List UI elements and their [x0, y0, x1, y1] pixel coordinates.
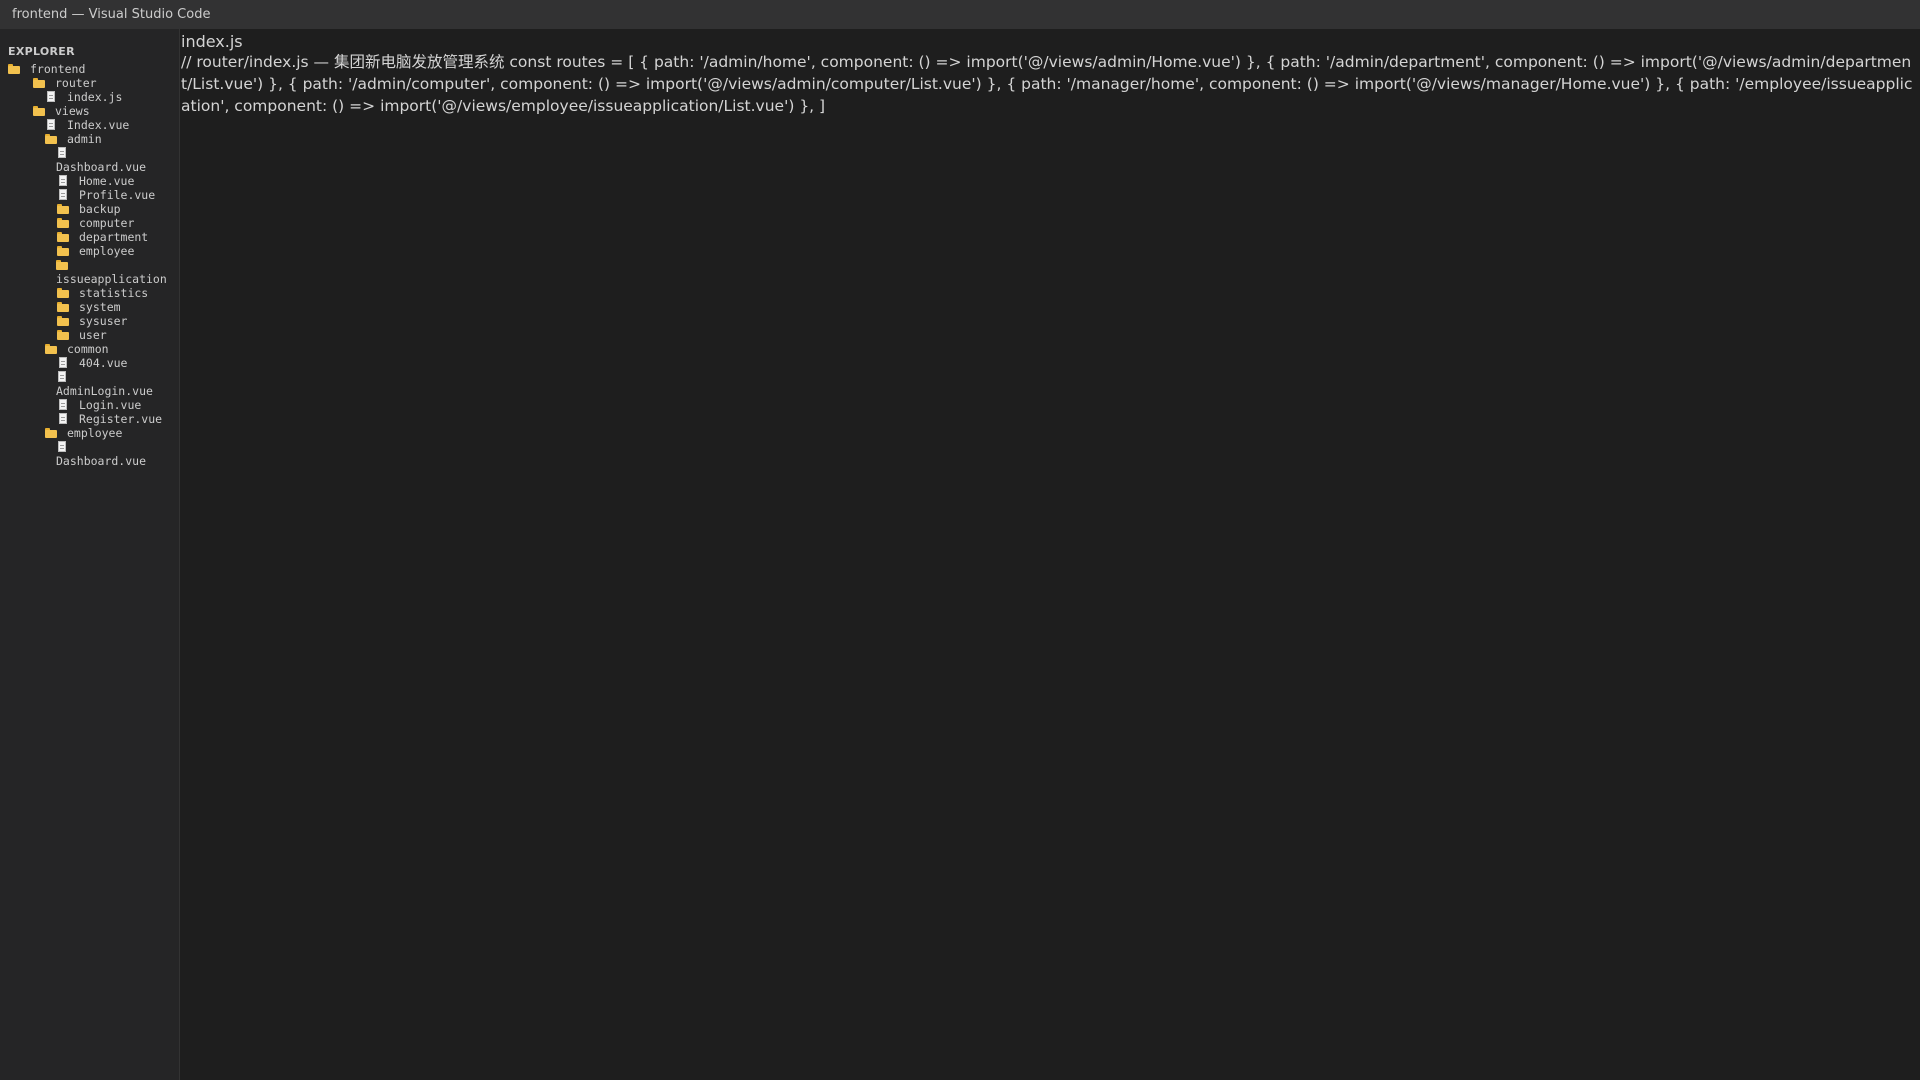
window-title: frontend — Visual Studio Code	[0, 0, 1920, 29]
tree-item-folder[interactable]: common	[0, 342, 179, 356]
folder-icon	[57, 217, 69, 229]
file-tree: frontend router index.js views Index.vue admi…	[0, 62, 179, 468]
editor-area[interactable]: index.js // router/index.js — 集团新电脑发放管理系…	[180, 29, 1920, 1080]
file-icon	[57, 357, 69, 369]
editor-tab-label[interactable]: index.js	[181, 31, 243, 53]
tree-item-folder[interactable]: system	[0, 300, 179, 314]
tree-item-file[interactable]: Dashboard.vue	[0, 440, 179, 468]
tree-item-file[interactable]: Home.vue	[0, 174, 179, 188]
folder-icon	[57, 231, 69, 243]
tree-item-label: frontend	[30, 62, 86, 76]
tree-item-file[interactable]: Dashboard.vue	[0, 146, 179, 174]
tree-item-folder[interactable]: sysuser	[0, 314, 179, 328]
folder-icon	[45, 343, 57, 355]
tree-item-folder[interactable]: employee	[0, 244, 179, 258]
tree-item-file[interactable]: Register.vue	[0, 412, 179, 426]
file-icon	[57, 189, 69, 201]
folder-icon	[57, 301, 69, 313]
folder-icon	[57, 203, 69, 215]
file-icon	[57, 175, 69, 187]
tree-item-label: AdminLogin.vue	[56, 384, 153, 398]
tree-item-file[interactable]: Login.vue	[0, 398, 179, 412]
tree-item-label: 404.vue	[79, 356, 128, 370]
tree-item-label: sysuser	[79, 314, 128, 328]
folder-icon	[45, 427, 57, 439]
tree-item-label: Index.vue	[67, 118, 130, 132]
tree-item-folder[interactable]: views	[0, 104, 179, 118]
tree-item-label: admin	[67, 132, 102, 146]
tree-item-label: Home.vue	[79, 174, 135, 188]
file-icon	[45, 119, 57, 131]
file-icon	[57, 399, 69, 411]
file-icon	[57, 413, 69, 425]
tree-item-label: employee	[67, 426, 123, 440]
code-content[interactable]: // router/index.js — 集团新电脑发放管理系统 const r…	[181, 51, 1914, 117]
tree-item-file[interactable]: 404.vue	[0, 356, 179, 370]
tree-item-label: Profile.vue	[79, 188, 156, 202]
folder-icon	[45, 133, 57, 145]
explorer-sidebar: EXPLORER frontend router index.js views Inde…	[0, 29, 180, 1080]
tree-item-folder[interactable]: router	[0, 76, 179, 90]
folder-icon	[57, 315, 69, 327]
tree-item-label: user	[79, 328, 107, 342]
tree-item-label: statistics	[79, 286, 149, 300]
folder-icon	[57, 329, 69, 341]
tree-item-label: Dashboard.vue	[56, 454, 147, 468]
tree-item-file[interactable]: index.js	[0, 90, 179, 104]
tree-item-label: department	[79, 230, 149, 244]
tree-item-file[interactable]: Index.vue	[0, 118, 179, 132]
folder-icon	[57, 287, 69, 299]
tree-item-label: Login.vue	[79, 398, 142, 412]
tree-item-label: Register.vue	[79, 412, 163, 426]
folder-icon	[33, 105, 45, 117]
tree-item-label: issueapplication	[56, 272, 167, 286]
tree-item-label: computer	[79, 216, 135, 230]
tree-item-folder[interactable]: computer	[0, 216, 179, 230]
tree-item-folder[interactable]: user	[0, 328, 179, 342]
folder-icon	[8, 63, 20, 75]
tree-item-label: Dashboard.vue	[56, 160, 147, 174]
tree-item-file[interactable]: AdminLogin.vue	[0, 370, 179, 398]
explorer-header: EXPLORER	[8, 45, 75, 58]
tree-item-folder[interactable]: statistics	[0, 286, 179, 300]
tree-item-file[interactable]: Profile.vue	[0, 188, 179, 202]
tree-item-folder[interactable]: backup	[0, 202, 179, 216]
tree-item-folder[interactable]: frontend	[0, 62, 179, 76]
file-icon	[56, 441, 68, 453]
folder-icon	[33, 77, 45, 89]
tree-item-label: backup	[79, 202, 121, 216]
tree-item-folder[interactable]: admin	[0, 132, 179, 146]
file-icon	[56, 147, 68, 159]
tree-item-folder[interactable]: employee	[0, 426, 179, 440]
file-icon	[45, 91, 57, 103]
folder-icon	[56, 259, 68, 271]
tree-item-label: system	[79, 300, 121, 314]
tree-item-label: views	[55, 104, 90, 118]
tree-item-folder[interactable]: department	[0, 230, 179, 244]
tree-item-label: common	[67, 342, 109, 356]
tree-item-label: router	[55, 76, 97, 90]
tree-item-label: index.js	[67, 90, 123, 104]
tree-item-label: employee	[79, 244, 135, 258]
tree-item-folder[interactable]: issueapplication	[0, 258, 179, 286]
folder-icon	[57, 245, 69, 257]
file-icon	[56, 371, 68, 383]
